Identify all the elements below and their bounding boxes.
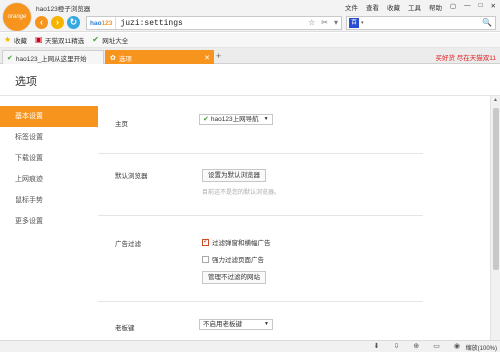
sidebar-item-gestures[interactable]: 鼠标手势 <box>0 190 98 211</box>
tab-bar: ✔ hao123_上网从这里开始 ✿ 选项 ✕ + 买好货 尽在天猫双11 <box>0 48 500 64</box>
menu-bar: 文件 查看 收藏 工具 帮助 ▢ — □ ✕ <box>345 2 496 12</box>
menu-file[interactable]: 文件 <box>345 2 358 12</box>
page-title: 选项 <box>15 76 37 88</box>
chevron-down-icon[interactable]: ▾ <box>334 18 338 27</box>
ad-filter-label: 广告过滤 <box>115 241 141 248</box>
settings-content: 主页 ✔ hao123上网导航 ▼ 默认浏览器 设置为默认浏览器 目前这不是您的… <box>98 96 490 340</box>
checkbox-unchecked[interactable] <box>202 255 209 263</box>
scissors-icon[interactable]: ✂ <box>321 18 328 27</box>
flower-icon: ✿ <box>110 54 116 62</box>
address-icons: ☆ ✂ ▾ <box>308 18 338 27</box>
filter-page-ads-checkbox[interactable]: 强力过滤页面广告 <box>202 254 264 264</box>
sidebar-item-more[interactable]: 更多设置 <box>0 211 98 232</box>
bookmark-label: 收藏 <box>14 38 27 45</box>
boss-key-label: 老板键 <box>115 325 135 332</box>
search-box[interactable]: 百 ▾ 🔍 <box>346 16 496 30</box>
window-minimize-icon[interactable]: — <box>464 2 471 12</box>
close-icon[interactable]: ✕ <box>204 54 210 62</box>
menu-view[interactable]: 查看 <box>366 2 379 12</box>
download-icon[interactable]: ⬇ <box>374 342 380 350</box>
star-icon[interactable]: ☆ <box>308 18 315 27</box>
chevron-down-icon: ▼ <box>263 116 269 122</box>
default-browser-note: 目前这不是您的默认浏览器。 <box>202 190 281 196</box>
homepage-label: 主页 <box>115 121 128 128</box>
homepage-section: 主页 ✔ hao123上网导航 ▼ <box>98 96 423 154</box>
sidebar-item-tabs[interactable]: 标签设置 <box>0 127 98 148</box>
bookmark-favorites[interactable]: ★ 收藏 <box>4 35 27 46</box>
window-maximize-icon[interactable]: □ <box>479 2 483 12</box>
tab-label: hao123_上网从这里开始 <box>15 55 87 63</box>
refresh-button[interactable]: ↻ <box>67 16 80 29</box>
bookmark-tmall[interactable]: ▣ 天猫双11精选 <box>35 35 85 46</box>
status-bar: ⬇ ⇩ ⊕ ▭ ◉ 缩放(100%) <box>0 340 500 352</box>
title-bar: hao123橙子浏览器 文件 查看 收藏 工具 帮助 ▢ — □ ✕ <box>0 0 500 13</box>
scroll-up-icon[interactable]: ▲ <box>493 97 498 103</box>
site-badge-prefix: hao <box>90 19 102 27</box>
menu-favorites[interactable]: 收藏 <box>387 2 400 12</box>
nav-bar: ‹ › ↻ hao 123 juzi:settings ☆ ✂ ▾ 百 ▾ 🔍 <box>0 13 500 32</box>
boss-key-value: 不启用老板键 <box>203 321 242 328</box>
site-badge: hao 123 <box>87 17 117 29</box>
search-engine-caret-icon[interactable]: ▾ <box>361 20 364 26</box>
zoom-level[interactable]: 缩放(100%) <box>466 343 497 352</box>
search-icon[interactable]: 🔍 <box>482 18 492 27</box>
default-browser-section: 默认浏览器 设置为默认浏览器 目前这不是您的默认浏览器。 <box>98 154 423 216</box>
homepage-value: hao123上网导航 <box>210 116 259 123</box>
sound-icon[interactable]: ◉ <box>454 342 460 350</box>
status-icons: ⬇ ⇩ ⊕ ▭ ◉ <box>374 342 460 350</box>
tab-settings[interactable]: ✿ 选项 ✕ <box>105 50 214 64</box>
checkbox-checked[interactable] <box>202 237 209 246</box>
window-close-icon[interactable]: ✕ <box>491 2 496 12</box>
ad-filter-section: 广告过滤 过滤弹窗和横幅广告 强力过滤页面广告 管理不过滤的网站 <box>98 216 423 302</box>
bookmark-label: 天猫双11精选 <box>45 38 85 45</box>
manage-whitelist-button[interactable]: 管理不过滤的网站 <box>202 271 266 284</box>
checkbox-label: 强力过滤页面广告 <box>212 257 264 264</box>
vertical-scrollbar[interactable]: ▲ <box>490 96 500 340</box>
tab-label: 选项 <box>118 55 132 63</box>
search-engine-icon[interactable]: 百 <box>349 18 359 28</box>
bookmark-sites[interactable]: ✔ 网址大全 <box>92 35 129 46</box>
set-default-browser-button[interactable]: 设置为默认浏览器 <box>202 169 266 182</box>
download-manager-icon[interactable]: ⇩ <box>394 342 400 350</box>
tab-hao123[interactable]: ✔ hao123_上网从这里开始 <box>2 50 104 64</box>
back-button[interactable]: ‹ <box>35 16 48 29</box>
forward-button[interactable]: › <box>51 16 64 29</box>
orange-logo[interactable]: orange <box>2 2 32 32</box>
app-title: hao123橙子浏览器 <box>36 6 91 13</box>
checkbox-label: 过滤弹窗和横幅广告 <box>212 240 271 247</box>
tmall-icon: ▣ <box>35 35 43 44</box>
check-icon: ✔ <box>203 116 209 123</box>
site-badge-suffix: 123 <box>101 19 113 27</box>
extension-icon[interactable]: ⊕ <box>413 342 419 350</box>
default-browser-label: 默认浏览器 <box>115 173 148 180</box>
bookmarks-bar: ★ 收藏 ▣ 天猫双11精选 ✔ 网址大全 <box>0 33 500 48</box>
address-bar[interactable]: hao 123 juzi:settings ☆ ✂ ▾ <box>86 16 342 30</box>
menu-help[interactable]: 帮助 <box>429 2 442 12</box>
url-text[interactable]: juzi:settings <box>116 19 182 28</box>
promo-link[interactable]: 买好货 尽在天猫双11 <box>435 52 496 62</box>
settings-sidebar: 基本设置 标签设置 下载设置 上网痕迹 鼠标手势 更多设置 <box>0 106 98 232</box>
boss-key-section: 老板键 不启用老板键 ▼ <box>98 302 423 340</box>
scrollbar-thumb[interactable] <box>493 108 499 270</box>
sidebar-item-download[interactable]: 下载设置 <box>0 148 98 169</box>
bookmark-label: 网址大全 <box>102 38 129 45</box>
filter-popups-checkbox[interactable]: 过滤弹窗和横幅广告 <box>202 237 271 247</box>
check-icon: ✔ <box>92 35 99 44</box>
new-tab-button[interactable]: + <box>216 51 221 61</box>
sidebar-item-basic[interactable]: 基本设置 <box>0 106 98 127</box>
homepage-select[interactable]: ✔ hao123上网导航 ▼ <box>199 114 273 125</box>
menu-tools[interactable]: 工具 <box>408 2 421 12</box>
check-icon: ✔ <box>7 54 13 62</box>
window-icon[interactable]: ▭ <box>433 342 440 350</box>
sidebar-item-history[interactable]: 上网痕迹 <box>0 169 98 190</box>
chevron-down-icon: ▼ <box>264 321 269 327</box>
window-restore-icon[interactable]: ▢ <box>450 2 456 12</box>
boss-key-select[interactable]: 不启用老板键 ▼ <box>199 319 273 330</box>
star-icon: ★ <box>4 35 12 44</box>
